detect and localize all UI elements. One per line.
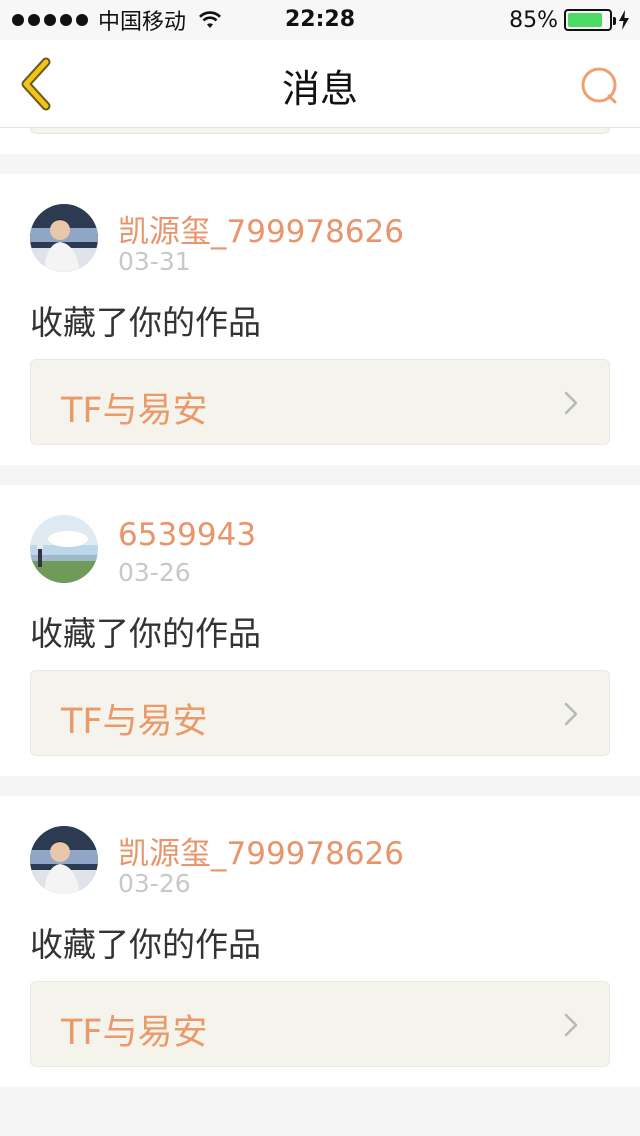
work-link[interactable]: TF与易安 — [30, 981, 610, 1067]
message-text: 收藏了你的作品 — [30, 614, 261, 653]
work-link[interactable]: TF与易安 — [30, 670, 610, 756]
work-title: TF与易安 — [61, 702, 208, 742]
message-date: 03-26 — [118, 869, 191, 898]
message-card: 凯源玺_799978626 03-31 收藏了你的作品 TF与易安 — [0, 174, 640, 465]
chevron-right-icon — [564, 391, 578, 415]
page-title: 消息 — [281, 67, 358, 111]
username[interactable]: 凯源玺_799978626 — [118, 828, 404, 873]
status-right: 85% — [509, 7, 630, 33]
battery-percent: 85% — [509, 7, 558, 33]
battery-fill — [568, 13, 602, 27]
chevron-right-icon — [564, 1013, 578, 1037]
work-title: TF与易安 — [61, 391, 208, 431]
message-card-partial — [0, 128, 640, 154]
avatar[interactable] — [30, 204, 98, 272]
nav-bar: 消息 — [0, 40, 640, 128]
message-card: 凯源玺_799978626 03-26 收藏了你的作品 TF与易安 — [0, 796, 640, 1087]
message-date: 03-31 — [118, 247, 191, 276]
chevron-right-icon — [564, 702, 578, 726]
message-text: 收藏了你的作品 — [30, 925, 261, 964]
message-text: 收藏了你的作品 — [30, 303, 261, 342]
avatar[interactable] — [30, 515, 98, 583]
status-bar: 中国移动 22:28 85% — [0, 0, 640, 40]
divider — [0, 154, 640, 174]
divider — [0, 465, 640, 485]
divider — [0, 1087, 640, 1107]
battery-icon — [564, 9, 616, 31]
charging-bolt-icon — [619, 10, 629, 30]
message-card: 6539943 03-26 收藏了你的作品 TF与易安 — [0, 485, 640, 776]
search-icon[interactable] — [578, 64, 622, 108]
username[interactable]: 6539943 — [118, 517, 256, 553]
work-link[interactable]: TF与易安 — [30, 359, 610, 445]
work-title: TF与易安 — [61, 1013, 208, 1053]
message-date: 03-26 — [118, 558, 191, 587]
divider — [0, 776, 640, 796]
avatar[interactable] — [30, 826, 98, 894]
username[interactable]: 凯源玺_799978626 — [118, 206, 404, 251]
message-feed[interactable]: 凯源玺_799978626 03-31 收藏了你的作品 TF与易安 653994… — [0, 128, 640, 1136]
